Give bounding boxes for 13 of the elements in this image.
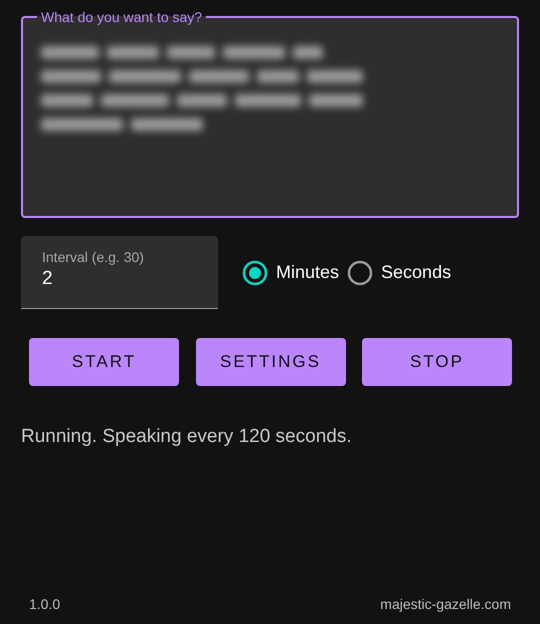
action-button[interactable]: START [29,338,179,386]
action-button[interactable]: STOP [362,338,512,386]
field-label: What do you want to say? [40,10,204,24]
field-label: Interval (e.g. 30) [42,250,145,266]
radio-option[interactable]: Seconds [347,259,452,286]
radio-option[interactable]: Minutes [242,259,340,286]
website-text: majestic-gazelle.com [380,595,511,614]
version-text: 1.0.0 [29,595,60,614]
field-value: 2 [42,267,54,292]
action-button[interactable]: SETTINGS [196,338,346,386]
message-field[interactable]: What do you want to say? [21,10,519,218]
interval-field[interactable]: Interval (e.g. 30) 2 [21,236,218,309]
status-text: Running. Speaking every 120 seconds. [21,425,353,449]
